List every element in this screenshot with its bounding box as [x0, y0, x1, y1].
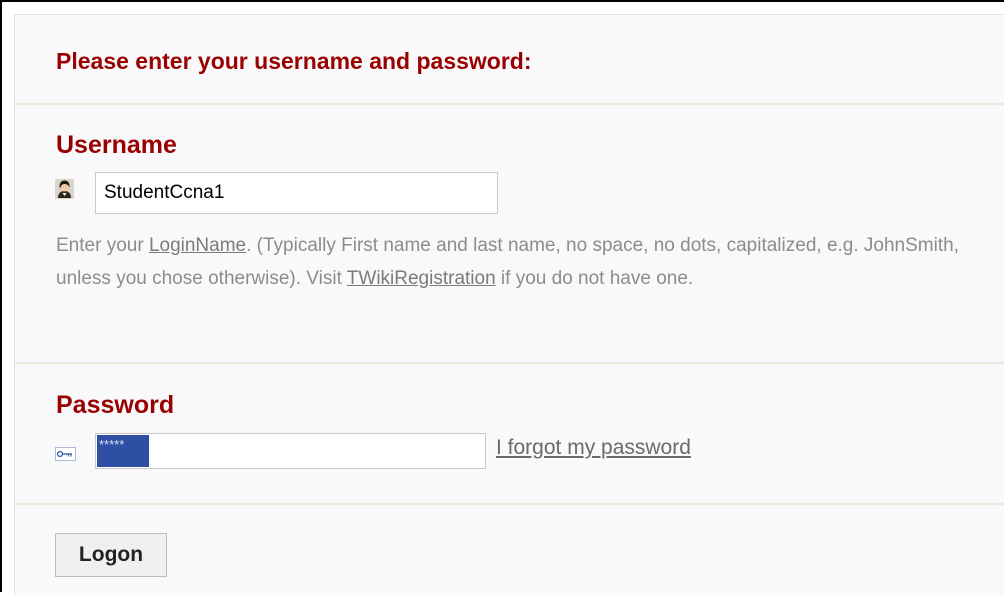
username-input[interactable] [95, 172, 498, 214]
password-selection: ***** [97, 435, 149, 467]
forgot-password-link[interactable]: I forgot my password [496, 436, 691, 460]
logon-button[interactable]: Logon [55, 533, 167, 577]
separator [15, 103, 1004, 105]
password-label: Password [56, 391, 175, 419]
user-icon [55, 179, 74, 199]
hint-text: Enter your [56, 235, 149, 256]
separator [15, 503, 1004, 505]
loginname-link[interactable]: LoginName [149, 235, 246, 256]
username-label: Username [56, 131, 177, 159]
hint-text: if you do not have one. [495, 268, 694, 289]
separator [15, 362, 1004, 364]
window-frame: Please enter your username and password:… [0, 0, 1004, 595]
password-input[interactable]: ***** [95, 433, 486, 469]
twiki-registration-link[interactable]: TWikiRegistration [347, 268, 496, 289]
page-title: Please enter your username and password: [56, 48, 532, 74]
login-panel: Please enter your username and password:… [14, 14, 1004, 595]
key-icon [55, 447, 76, 461]
username-hint: Enter your LoginName. (Typically First n… [56, 229, 996, 295]
